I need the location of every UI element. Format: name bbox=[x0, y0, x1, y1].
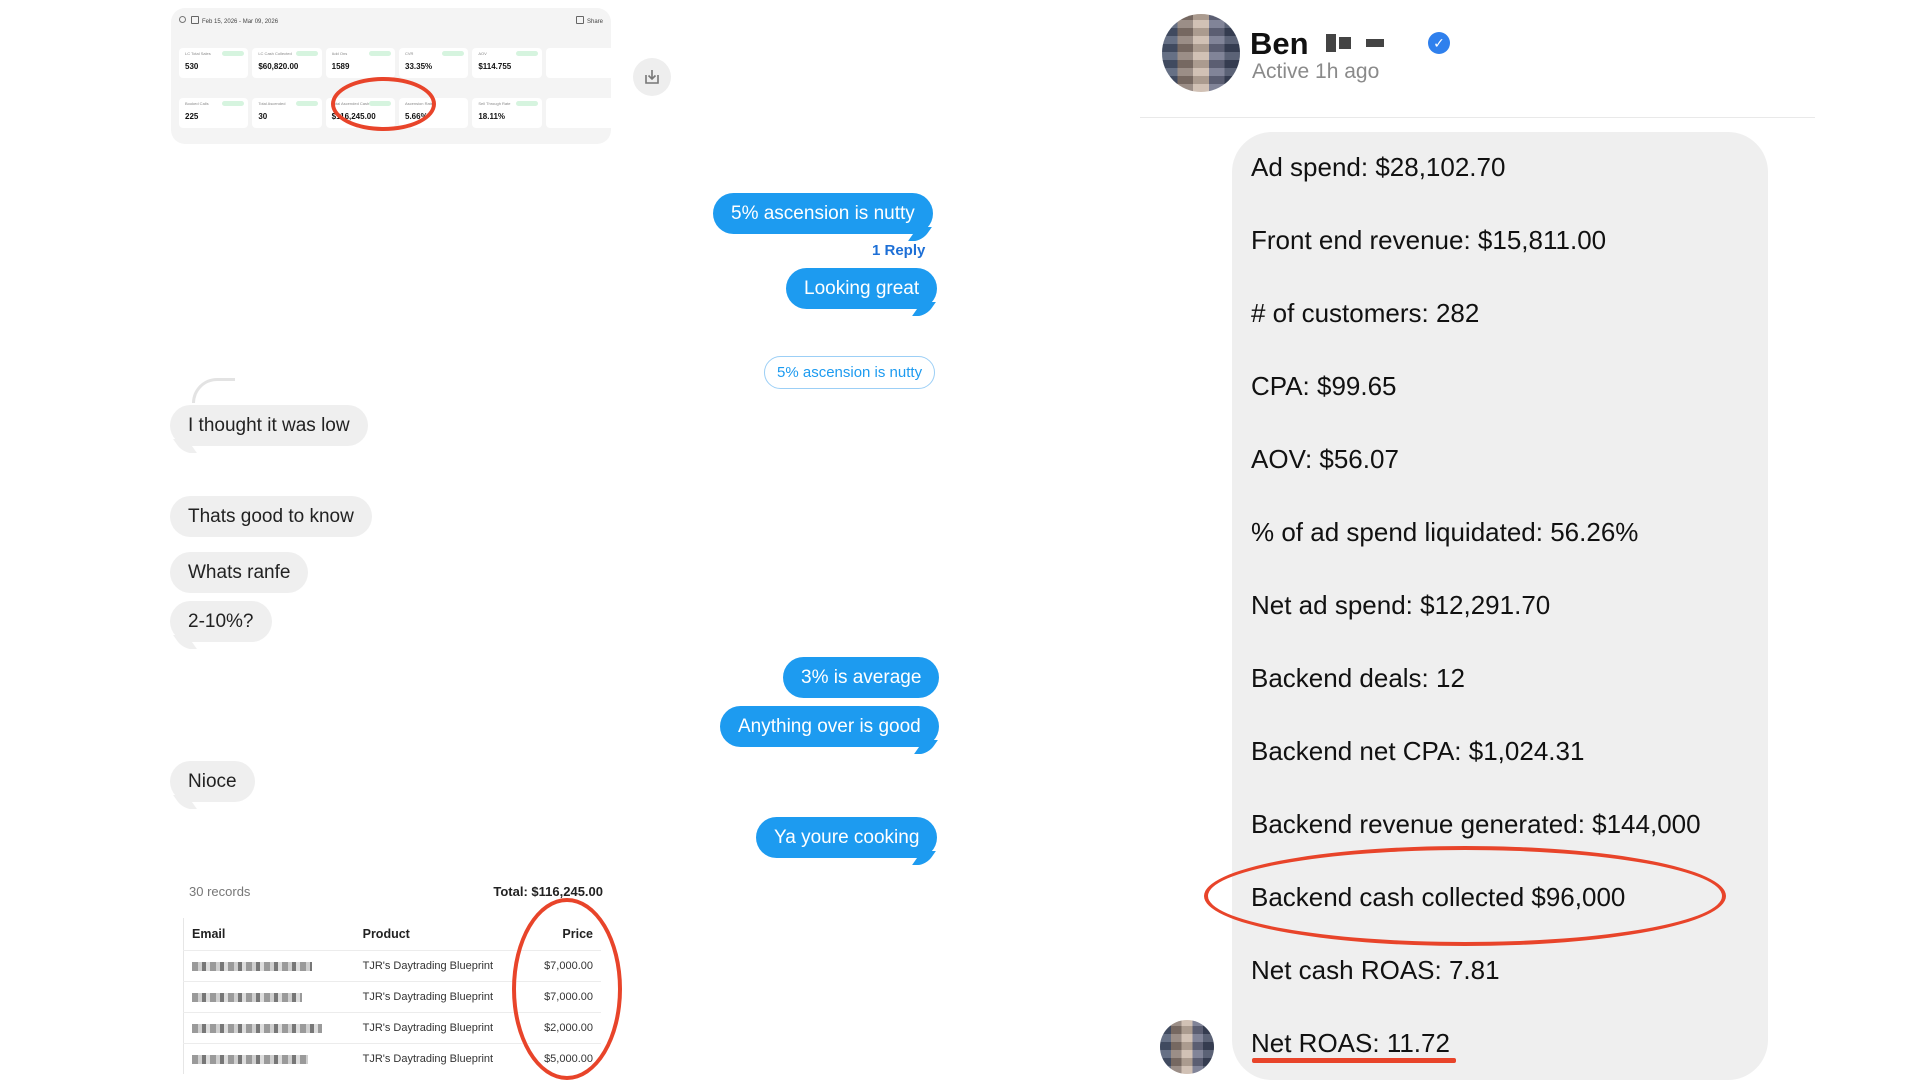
download-icon bbox=[645, 70, 659, 84]
redacted-block bbox=[1366, 39, 1384, 47]
download-button[interactable] bbox=[633, 58, 671, 96]
card-value: $114.755 bbox=[478, 62, 512, 71]
product-cell: TJR's Daytrading Blueprint bbox=[354, 950, 526, 982]
dashboard-card: Sell Through Rate 18.11% bbox=[472, 98, 542, 128]
stat-net-roas: Net ROAS: 11.72 bbox=[1251, 1028, 1450, 1058]
message-incoming[interactable]: I thought it was low bbox=[170, 405, 368, 446]
verified-badge-icon: ✓ bbox=[1428, 32, 1450, 54]
product-cell: TJR's Daytrading Blueprint bbox=[354, 981, 526, 1013]
card-value: 18.11% bbox=[478, 112, 506, 121]
change-pill bbox=[442, 51, 465, 56]
message-outgoing[interactable]: 5% ascension is nutty bbox=[713, 193, 933, 234]
dashboard-card: LC Cash Collected $60,820.00 bbox=[252, 48, 322, 78]
message-outgoing[interactable]: 3% is average bbox=[783, 657, 940, 698]
redacted-text bbox=[192, 1023, 322, 1033]
column-header-product: Product bbox=[362, 927, 410, 941]
contact-name: Ben bbox=[1250, 26, 1309, 61]
refresh-icon bbox=[179, 16, 186, 23]
card-value: $60,820.00 bbox=[258, 62, 299, 71]
highlight-underline-net-roas bbox=[1252, 1058, 1456, 1063]
reply-thread-line bbox=[192, 378, 235, 403]
left-conversation-pane: Feb 15, 2026 - Mar 09, 2026 Share LC Tot… bbox=[0, 0, 1130, 1080]
product-cell: TJR's Daytrading Blueprint bbox=[354, 1043, 526, 1074]
email-cell-redacted bbox=[183, 981, 355, 1013]
stat-ad-spend-liquidated: % of ad spend liquidated: 56.26% bbox=[1251, 517, 1639, 547]
dashboard-card bbox=[545, 48, 611, 78]
change-pill bbox=[295, 51, 318, 56]
reply-count-link[interactable]: 1 Reply bbox=[872, 242, 925, 259]
date-range-text: Feb 15, 2026 - Mar 09, 2026 bbox=[202, 19, 279, 25]
message-outgoing[interactable]: Anything over is good bbox=[720, 706, 939, 747]
change-pill bbox=[295, 101, 318, 106]
highlight-circle-ascended-cash bbox=[331, 77, 436, 131]
change-pill bbox=[222, 101, 245, 106]
message-outgoing[interactable]: Looking great bbox=[786, 268, 938, 309]
stat-backend-revenue: Backend revenue generated: $144,000 bbox=[1251, 809, 1701, 839]
dashboard-card: LC Total Sales 530 bbox=[179, 48, 249, 78]
dashboard-card: CVR 33.35% bbox=[399, 48, 469, 78]
change-pill bbox=[515, 51, 538, 56]
dashboard-card: Total Ascended 30 bbox=[252, 98, 322, 128]
stat-cpa: CPA: $99.65 bbox=[1251, 371, 1397, 401]
email-cell-redacted bbox=[183, 950, 355, 982]
message-outgoing[interactable]: Ya youre cooking bbox=[756, 817, 938, 858]
change-pill bbox=[222, 51, 245, 56]
quoted-message[interactable]: 5% ascension is nutty bbox=[764, 356, 936, 389]
dashboard-share: Share bbox=[575, 16, 603, 25]
stat-ad-spend: Ad spend: $28,102.70 bbox=[1251, 152, 1506, 182]
card-value: 225 bbox=[185, 112, 199, 121]
dashboard-toolbar: Feb 15, 2026 - Mar 09, 2026 Share bbox=[179, 14, 605, 28]
dashboard-card bbox=[545, 98, 611, 128]
stat-front-end-revenue: Front end revenue: $15,811.00 bbox=[1251, 225, 1607, 255]
share-icon bbox=[575, 16, 584, 24]
column-header-email: Email bbox=[192, 927, 226, 941]
highlight-circle-prices bbox=[512, 898, 622, 1080]
message-incoming[interactable]: Nioce bbox=[170, 761, 255, 802]
calendar-icon bbox=[191, 16, 199, 24]
dashboard-card: AOV $114.755 bbox=[472, 48, 542, 78]
email-cell-redacted bbox=[183, 1012, 355, 1044]
stat-backend-deals: Backend deals: 12 bbox=[1251, 663, 1465, 693]
stat-customers: # of customers: 282 bbox=[1251, 298, 1480, 328]
records-count: 30 records bbox=[189, 884, 251, 899]
change-pill bbox=[369, 51, 391, 56]
message-incoming[interactable]: Whats ranfe bbox=[170, 552, 309, 593]
card-value: 1589 bbox=[331, 62, 350, 71]
card-value: 530 bbox=[185, 62, 199, 71]
change-pill bbox=[515, 101, 538, 106]
message-incoming[interactable]: Thats good to know bbox=[170, 496, 372, 537]
share-label: Share bbox=[586, 19, 603, 25]
redacted-block bbox=[1326, 34, 1336, 52]
highlight-circle-backend-cash bbox=[1204, 846, 1726, 946]
email-cell-redacted bbox=[183, 1043, 355, 1074]
stat-backend-net-cpa: Backend net CPA: $1,024.31 bbox=[1251, 736, 1585, 766]
redacted-text bbox=[192, 1054, 308, 1064]
header-divider bbox=[1140, 117, 1815, 118]
stat-net-ad-spend: Net ad spend: $12,291.70 bbox=[1251, 590, 1551, 620]
stat-aov: AOV: $56.07 bbox=[1251, 444, 1399, 474]
redacted-surname bbox=[1326, 34, 1387, 52]
records-total: Total: $116,245.00 bbox=[493, 884, 603, 899]
dashboard-card: Add Ons 1589 bbox=[325, 48, 395, 78]
message-incoming[interactable]: 2-10%? bbox=[170, 601, 272, 642]
avatar[interactable] bbox=[1162, 14, 1240, 92]
dashboard-card: Booked Calls 225 bbox=[179, 98, 249, 128]
card-value: 30 bbox=[258, 112, 268, 121]
active-status: Active 1h ago bbox=[1252, 60, 1380, 83]
sender-avatar[interactable] bbox=[1160, 1020, 1214, 1074]
card-value: 33.35% bbox=[405, 62, 433, 71]
redacted-block bbox=[1339, 37, 1351, 49]
product-cell: TJR's Daytrading Blueprint bbox=[354, 1012, 526, 1044]
redacted-text bbox=[192, 992, 302, 1002]
dashboard-date-range: Feb 15, 2026 - Mar 09, 2026 bbox=[191, 16, 278, 25]
redacted-text bbox=[192, 961, 312, 971]
stat-net-cash-roas: Net cash ROAS: 7.81 bbox=[1251, 955, 1500, 985]
